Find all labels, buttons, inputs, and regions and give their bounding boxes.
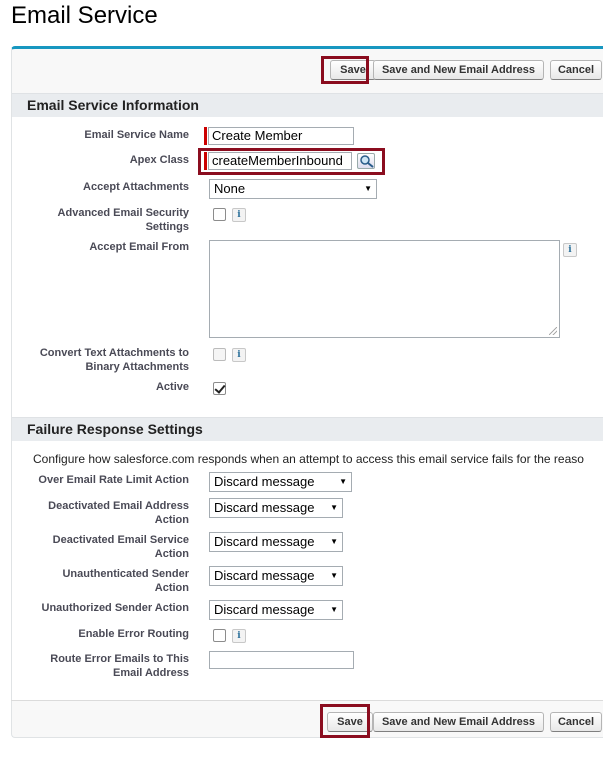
deactivated-address-select[interactable]: Discard message ▼ [209, 498, 343, 518]
select-value: Discard message [214, 474, 315, 489]
unauthorized-sender-select[interactable]: Discard message ▼ [209, 600, 343, 620]
over-rate-limit-label: Over Email Rate Limit Action [38, 474, 189, 486]
apex-class-label: Apex Class [129, 154, 189, 166]
dropdown-arrow-icon: ▼ [330, 503, 338, 512]
dropdown-arrow-icon: ▼ [339, 477, 347, 486]
dropdown-arrow-icon: ▼ [330, 571, 338, 580]
section-header-email-service-info: Email Service Information [12, 93, 603, 117]
info-icon[interactable]: i [563, 243, 577, 257]
enable-error-routing-label: Enable Error Routing [78, 628, 189, 640]
accept-attachments-label: Accept Attachments [83, 181, 189, 193]
label-line: Unauthenticated Sender [62, 568, 189, 580]
label-line: Route Error Emails to This [50, 653, 189, 665]
unauthenticated-sender-select[interactable]: Discard message ▼ [209, 566, 343, 586]
required-indicator [204, 152, 207, 170]
unauthorized-sender-label: Unauthorized Sender Action [41, 602, 190, 614]
label-line: Action [154, 582, 189, 594]
email-service-name-label: Email Service Name [84, 129, 189, 141]
lookup-search-icon[interactable] [357, 153, 375, 169]
section-header-failure-response: Failure Response Settings [12, 417, 603, 441]
over-rate-limit-select[interactable]: Discard message ▼ [209, 472, 352, 492]
accept-attachments-select[interactable]: None ▼ [209, 179, 377, 199]
label-line: Settings [145, 221, 189, 233]
active-label: Active [155, 381, 189, 393]
convert-text-attachments-checkbox[interactable] [213, 348, 226, 361]
advanced-email-security-label: Advanced Email Security Settings [58, 206, 189, 234]
dropdown-arrow-icon: ▼ [330, 537, 338, 546]
save-button-bottom[interactable]: Save [327, 712, 373, 732]
info-icon[interactable]: i [232, 208, 246, 222]
bottom-button-row: Save Save and New Email Address Cancel [11, 700, 603, 740]
convert-text-attachments-label: Convert Text Attachments to Binary Attac… [40, 346, 189, 374]
select-value: None [214, 181, 246, 196]
failure-description: Configure how salesforce.com responds wh… [33, 452, 584, 466]
route-error-emails-field[interactable] [209, 651, 354, 669]
select-value: Discard message [214, 568, 315, 583]
save-and-new-button-top[interactable]: Save and New Email Address [373, 60, 544, 80]
cancel-button-top[interactable]: Cancel [550, 60, 602, 80]
top-button-row: Save Save and New Email Address Cancel [11, 49, 603, 89]
save-and-new-button-bottom[interactable]: Save and New Email Address [373, 712, 544, 732]
select-value: Discard message [214, 500, 315, 515]
select-value: Discard message [214, 534, 315, 549]
deactivated-service-select[interactable]: Discard message ▼ [209, 532, 343, 552]
cancel-button-bottom[interactable]: Cancel [550, 712, 602, 732]
select-value: Discard message [214, 602, 315, 617]
email-service-name-field[interactable]: Create Member [208, 127, 354, 145]
section-title: Email Service Information [27, 97, 199, 113]
label-line: Deactivated Email Address [48, 500, 189, 512]
required-indicator [204, 127, 207, 145]
deactivated-address-label: Deactivated Email Address Action [48, 499, 189, 527]
active-checkbox[interactable] [213, 382, 226, 395]
info-icon[interactable]: i [232, 629, 246, 643]
label-line: Action [154, 548, 189, 560]
info-icon[interactable]: i [232, 348, 246, 362]
accept-email-from-label: Accept Email From [89, 241, 189, 253]
label-line: Action [154, 514, 189, 526]
label-line: Convert Text Attachments to [39, 347, 189, 359]
deactivated-service-label: Deactivated Email Service Action [53, 533, 189, 561]
enable-error-routing-checkbox[interactable] [213, 629, 226, 642]
save-button-top[interactable]: Save [330, 60, 376, 80]
section-title: Failure Response Settings [27, 421, 203, 437]
apex-class-field[interactable]: createMemberInbound [208, 152, 352, 170]
label-line: Deactivated Email Service [52, 534, 189, 546]
label-line: Advanced Email Security [57, 207, 189, 219]
resize-grip-icon[interactable] [549, 327, 557, 335]
route-error-emails-label: Route Error Emails to This Email Address [50, 652, 189, 680]
advanced-email-security-checkbox[interactable] [213, 208, 226, 221]
dropdown-arrow-icon: ▼ [330, 605, 338, 614]
label-line: Binary Attachments [85, 361, 189, 373]
dropdown-arrow-icon: ▼ [364, 184, 372, 193]
accept-email-from-textarea[interactable] [209, 240, 560, 338]
label-line: Email Address [112, 667, 189, 679]
page-title: Email Service [11, 2, 158, 29]
unauthenticated-sender-label: Unauthenticated Sender Action [62, 567, 189, 595]
